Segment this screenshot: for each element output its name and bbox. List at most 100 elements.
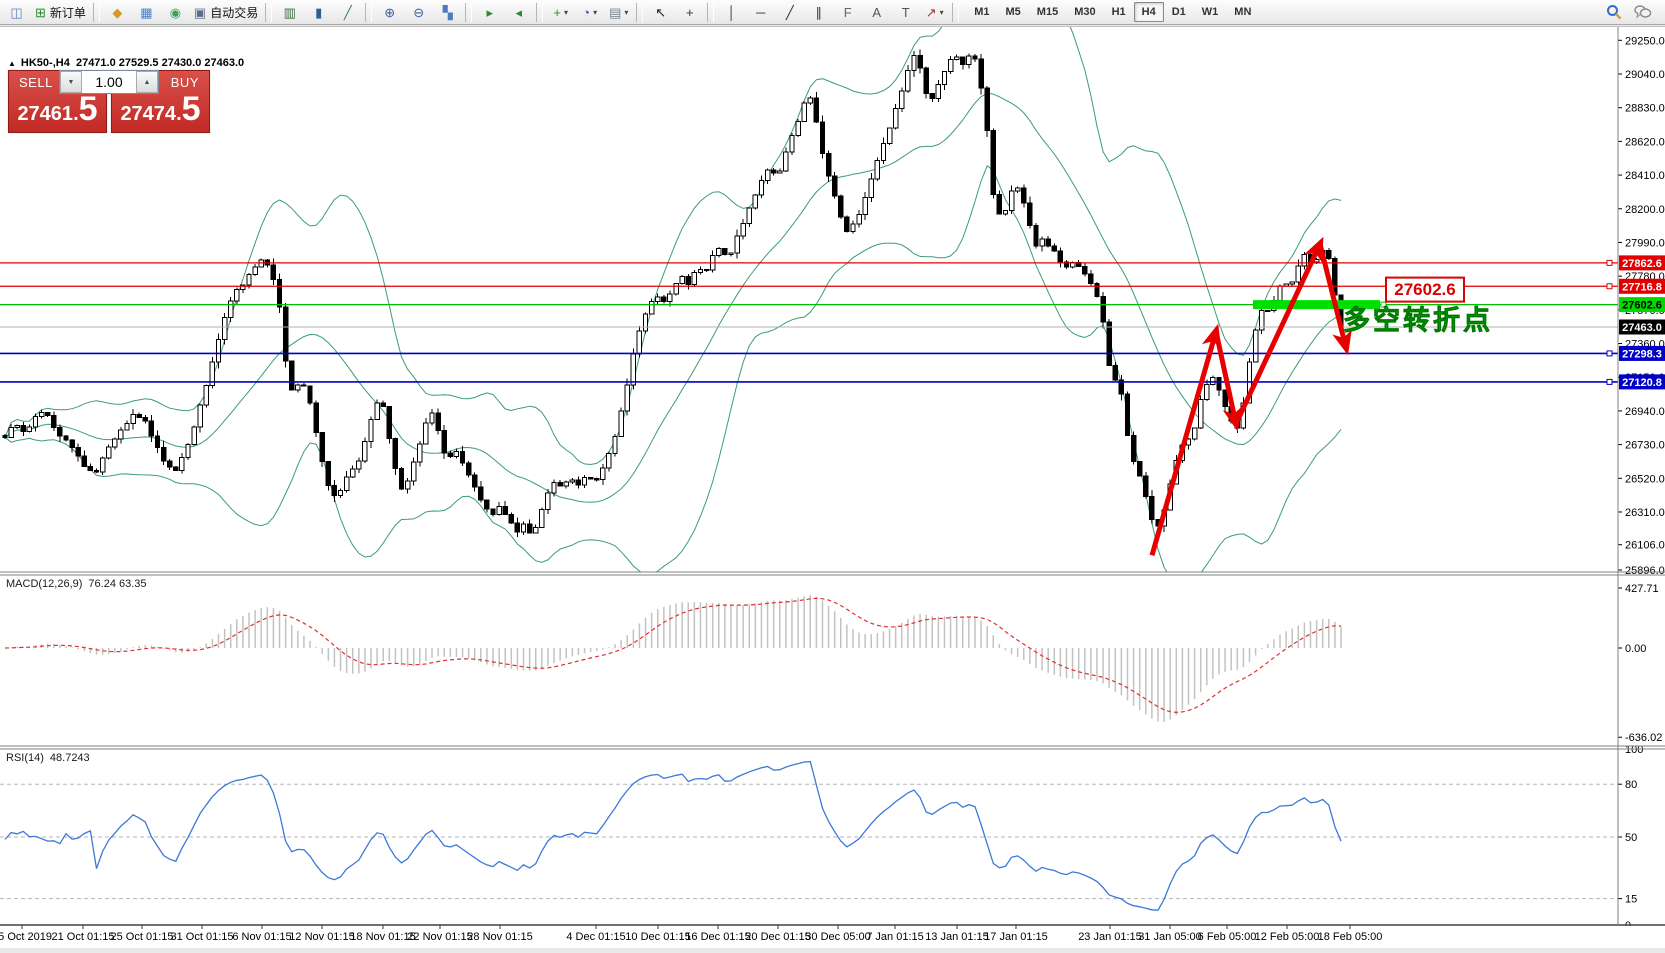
- svg-text:27298.3: 27298.3: [1622, 348, 1662, 360]
- toolbar-separator: [265, 3, 272, 22]
- timeframe-m1[interactable]: M1: [966, 2, 997, 22]
- hline-button[interactable]: ─: [747, 1, 774, 24]
- price-tick-label: 26310.0: [1625, 507, 1665, 519]
- chevron-down-icon: ▾: [564, 8, 568, 17]
- rsi-tick-label: 80: [1625, 779, 1637, 791]
- macd-pane: [5, 595, 1341, 722]
- svg-text:27716.8: 27716.8: [1622, 281, 1662, 293]
- chart-shift-icon: ◂: [515, 6, 522, 19]
- channel-icon: ∥: [815, 6, 822, 19]
- price-tick-label: 27990.0: [1625, 237, 1665, 249]
- rsi-label: RSI(14)48.7243: [6, 752, 90, 764]
- chat-button[interactable]: [1629, 1, 1656, 24]
- price-chart-svg: 27602.6多空转折点 29250.029040.028830.028620.…: [0, 26, 1665, 948]
- rsi-tick-label: 50: [1625, 832, 1637, 844]
- price-axis[interactable]: 29250.029040.028830.028620.028410.028200…: [1618, 26, 1665, 932]
- market-watch-icon: ▦: [140, 6, 152, 19]
- toolbar-separator: [536, 3, 543, 22]
- new-order-button[interactable]: ⊞新订单: [32, 1, 89, 24]
- label-button[interactable]: T: [892, 1, 919, 24]
- timeframe-m5[interactable]: M5: [998, 2, 1029, 22]
- search-button[interactable]: [1600, 1, 1627, 24]
- rsi-tick-label: 15: [1625, 894, 1637, 906]
- time-tick-label: 18 Nov 01:15: [350, 931, 415, 943]
- line-handle[interactable]: [1607, 260, 1612, 265]
- chart-title: ▲HK50-,H4 27471.0 27529.5 27430.0 27463.…: [8, 57, 244, 69]
- trend-arrow[interactable]: [1152, 331, 1216, 555]
- data-window-icon: ◉: [170, 6, 181, 19]
- crosshair-button[interactable]: +: [676, 1, 703, 24]
- chart-shift-button[interactable]: ◂: [505, 1, 532, 24]
- line-handle[interactable]: [1607, 351, 1612, 356]
- turning-point-annotation[interactable]: 多空转折点: [1343, 305, 1493, 336]
- time-tick-label: 12 Nov 01:15: [289, 931, 354, 943]
- price-tick-label: 26940.0: [1625, 406, 1665, 418]
- vline-button[interactable]: │: [718, 1, 745, 24]
- zoom-in-button[interactable]: ⊕: [376, 1, 403, 24]
- text-button[interactable]: A: [863, 1, 890, 24]
- chart-bars-button[interactable]: ▥: [276, 1, 303, 24]
- fibo-icon: F: [844, 6, 852, 19]
- volume-increase-button[interactable]: ▲: [136, 71, 158, 93]
- indicators-button[interactable]: +▾: [547, 1, 574, 24]
- time-tick-label: 25 Oct 01:15: [111, 931, 174, 943]
- arrows-button[interactable]: ↗▾: [921, 1, 948, 24]
- tile-windows-icon: ▚: [443, 6, 453, 19]
- search-icon: [1606, 4, 1622, 20]
- chart-area[interactable]: 27602.6多空转折点 29250.029040.028830.028620.…: [0, 26, 1665, 948]
- timeframe-m30[interactable]: M30: [1066, 2, 1103, 22]
- autotrading-button[interactable]: ▣自动交易: [191, 1, 261, 24]
- zoom-out-button[interactable]: ⊖: [405, 1, 432, 24]
- app-icon[interactable]: ◫: [3, 1, 30, 24]
- line-handle[interactable]: [1607, 284, 1612, 289]
- indicators-icon: +: [553, 6, 561, 19]
- volume-input[interactable]: [82, 71, 136, 93]
- timeframe-w1[interactable]: W1: [1194, 2, 1227, 22]
- buy-label: BUY: [171, 75, 199, 90]
- toolbar-separator: [93, 3, 100, 22]
- timeframe-h4[interactable]: H4: [1134, 2, 1164, 22]
- price-tick-label: 29250.0: [1625, 35, 1665, 47]
- timeframe-h1[interactable]: H1: [1104, 2, 1134, 22]
- volume-decrease-button[interactable]: ▼: [60, 71, 82, 93]
- time-tick-label: 6 Nov 01:15: [232, 931, 291, 943]
- chart-candles-icon: ▮: [315, 6, 322, 19]
- time-tick-label: 22 Nov 01:15: [407, 931, 472, 943]
- chat-icon: [1634, 4, 1652, 20]
- trendline-button[interactable]: ╱: [776, 1, 803, 24]
- macd-tick-label: 0.00: [1625, 643, 1646, 655]
- macd-label: MACD(12,26,9)76.24 63.35: [6, 578, 147, 590]
- timeframe-mn[interactable]: MN: [1226, 2, 1259, 22]
- macd-signal-line: [5, 598, 1341, 712]
- periods-button[interactable]: ◔▾: [576, 1, 603, 24]
- time-tick-label: 18 Feb 05:00: [1318, 931, 1383, 943]
- time-tick-label: 7 Jan 01:15: [866, 931, 924, 943]
- auto-scroll-button[interactable]: ▸: [476, 1, 503, 24]
- chart-candles-button[interactable]: ▮: [305, 1, 332, 24]
- metaeditor-button[interactable]: ◆: [104, 1, 131, 24]
- channel-button[interactable]: ∥: [805, 1, 832, 24]
- volume-box: ▼ ▲: [59, 70, 159, 94]
- timeframe-group: M1M5M15M30H1H4D1W1MN: [966, 2, 1259, 22]
- timeframe-m15[interactable]: M15: [1029, 2, 1066, 22]
- price-tick-label: 28410.0: [1625, 170, 1665, 182]
- timeframe-d1[interactable]: D1: [1164, 2, 1194, 22]
- cursor-button[interactable]: ↖: [647, 1, 674, 24]
- rsi-pane: [0, 762, 1618, 911]
- line-handle[interactable]: [1607, 379, 1612, 384]
- tile-windows-button[interactable]: ▚: [434, 1, 461, 24]
- symbol-marker-icon: ▲: [8, 59, 16, 68]
- macd-histogram: [5, 595, 1341, 722]
- chart-line-button[interactable]: ╱: [334, 1, 361, 24]
- time-tick-label: 10 Dec 01:15: [625, 931, 690, 943]
- data-window-button[interactable]: ◉: [162, 1, 189, 24]
- time-tick-label: 15 Oct 2019: [0, 931, 52, 943]
- market-watch-button[interactable]: ▦: [133, 1, 160, 24]
- time-tick-label: 23 Jan 01:15: [1078, 931, 1142, 943]
- templates-button[interactable]: ▤▾: [605, 1, 632, 24]
- chevron-down-icon: ▾: [624, 8, 628, 17]
- new-order-button-label: 新订单: [50, 4, 86, 21]
- vline-icon: │: [728, 6, 736, 19]
- time-axis[interactable]: 15 Oct 201921 Oct 01:1525 Oct 01:1531 Oc…: [0, 925, 1665, 948]
- fibo-button[interactable]: F: [834, 1, 861, 24]
